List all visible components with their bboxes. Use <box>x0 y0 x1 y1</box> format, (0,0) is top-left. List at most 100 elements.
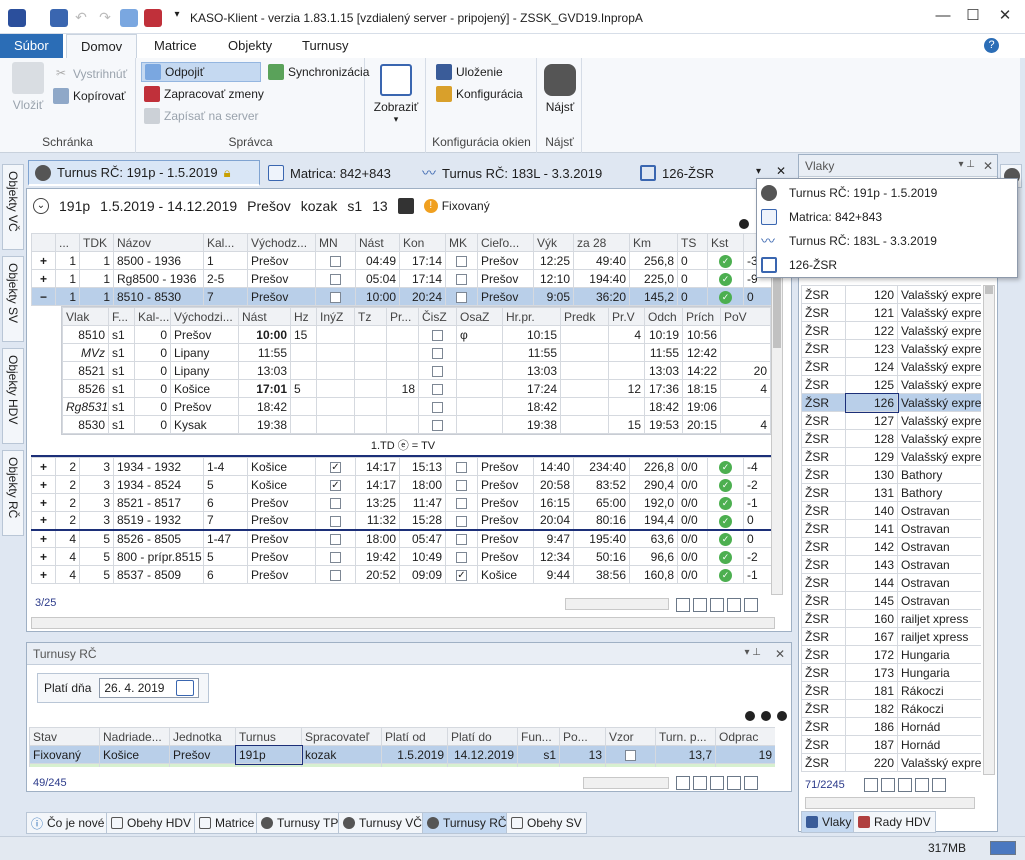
table-row[interactable]: ŽSR 167 railjet xpress <box>801 627 981 646</box>
copy-button[interactable]: Kopírovať <box>50 86 129 106</box>
expand-toggle[interactable]: − <box>31 287 56 306</box>
table-row[interactable]: ŽSR 124 Valašský expres <box>801 357 981 376</box>
options-dot-icon[interactable] <box>739 219 749 229</box>
expand-toggle[interactable]: + <box>31 547 56 566</box>
view-button[interactable]: Zobraziť ▾ <box>372 64 420 125</box>
dropdown-item-turnus-191p[interactable]: Turnus RČ: 191p - 1.5.2019 <box>761 182 937 204</box>
sync-button[interactable]: Synchronizácia <box>265 62 372 82</box>
checkbox[interactable] <box>625 749 636 761</box>
undo-icon[interactable]: ↶ <box>72 9 90 27</box>
checkbox[interactable] <box>330 291 341 303</box>
table-row[interactable]: ŽSR 186 Hornád <box>801 717 981 736</box>
table-row[interactable]: ŽSR 172 Hungaria <box>801 645 981 664</box>
disconnect-icon[interactable] <box>120 9 138 27</box>
tab-subor[interactable]: Súbor <box>0 34 63 58</box>
expand-toggle[interactable]: + <box>31 511 56 531</box>
table-row[interactable]: 8510 s1 0 Prešov 10:00 15 φ 10:15 4 10:19 10:56 <box>62 325 771 344</box>
col-header[interactable]: F... <box>108 307 135 326</box>
checkbox[interactable] <box>432 365 443 377</box>
table-row[interactable]: ŽSR 181 Rákoczi <box>801 681 981 700</box>
col-header[interactable]: ČisZ <box>418 307 457 326</box>
col-header[interactable]: MN <box>315 233 356 252</box>
checkbox[interactable] <box>330 479 341 491</box>
tab-126-zsr[interactable]: 126-ŽSR <box>634 160 720 186</box>
print-icon[interactable] <box>727 597 741 612</box>
calendar-icon[interactable] <box>397 198 414 214</box>
table-row[interactable]: ŽSR 160 railjet xpress <box>801 609 981 628</box>
redo-icon[interactable]: ↷ <box>96 9 114 27</box>
checkbox[interactable] <box>456 291 467 303</box>
col-header[interactable]: ... <box>55 233 80 252</box>
expand-toggle[interactable]: + <box>31 269 56 288</box>
table-row[interactable]: ŽSR 173 Hungaria <box>801 663 981 682</box>
table-row[interactable]: +231934 - 85245Košice 14:1718:00 Prešov20:… <box>31 475 775 494</box>
col-header[interactable]: Po... <box>559 727 606 746</box>
checkbox[interactable] <box>456 479 467 491</box>
col-header[interactable]: Km <box>629 233 678 252</box>
checkbox[interactable] <box>456 255 467 267</box>
horizontal-scrollbar[interactable] <box>583 777 669 789</box>
grid-view-icon[interactable] <box>864 777 878 792</box>
col-header[interactable]: MK <box>445 233 478 252</box>
col-header[interactable]: Nadriade... <box>99 727 170 746</box>
expand-toggle[interactable]: + <box>31 529 56 548</box>
col-header[interactable]: Pr.V <box>608 307 645 326</box>
table-row[interactable]: +2 3 8521 - 8517 6 Prešov 13:25 11:47 Prešov 16:… <box>31 493 775 512</box>
table-row[interactable]: ŽSR 129 Valašský expres <box>801 447 981 466</box>
expand-toggle[interactable]: + <box>31 251 56 270</box>
col-header[interactable]: Tz <box>354 307 387 326</box>
col-header[interactable]: Spracovateľ <box>301 727 382 746</box>
tab-matrica-842[interactable]: Matrica: 842+843 <box>262 160 397 186</box>
dropdown-item-matrica-842[interactable]: Matrica: 842+843 <box>761 206 882 228</box>
options-dot-icon[interactable] <box>777 711 787 721</box>
col-header[interactable]: Jednotka <box>169 727 236 746</box>
col-header[interactable]: Vzor <box>605 727 656 746</box>
col-header[interactable]: Turnus <box>235 727 302 746</box>
table-row[interactable]: ŽSR 121 Valašský expres <box>801 303 981 322</box>
table-row[interactable]: ŽSR 125 Valašský expres <box>801 375 981 394</box>
checkbox[interactable] <box>432 383 443 395</box>
close-icon[interactable]: ✕ <box>983 159 993 173</box>
checkbox[interactable] <box>330 497 341 509</box>
checkbox[interactable] <box>330 461 341 473</box>
sidebar-tab-objekty-hdv[interactable]: Objekty HDV <box>2 348 24 444</box>
table-row[interactable]: ŽSR 140 Ostravan <box>801 501 981 520</box>
grid-view-icon[interactable] <box>676 597 690 612</box>
checkbox[interactable] <box>456 515 467 527</box>
checkbox[interactable] <box>456 551 467 563</box>
horizontal-scrollbar[interactable] <box>805 797 975 809</box>
table-row[interactable]: +1 1 8500 - 1936 1 Prešov 04:49 17:14 Prešov 12:… <box>31 251 775 270</box>
table-row[interactable]: 8530 s1 0 Kysak 19:38 19:38 15 19:53 20:15 4 <box>62 415 771 434</box>
table-row[interactable]: ŽSR 145 Ostravan <box>801 591 981 610</box>
col-header[interactable]: Predk <box>560 307 609 326</box>
checkbox[interactable] <box>456 569 467 581</box>
col-header[interactable]: InýZ <box>316 307 355 326</box>
tab-turnus-183l[interactable]: 〰 Turnus RČ: 183L - 3.3.2019 <box>416 160 608 186</box>
checkbox[interactable] <box>456 273 467 285</box>
table-row[interactable]: +1 1 Rg8500 - 1936 2-5 Prešov 05:04 17:14 Prešo… <box>31 269 775 288</box>
checkbox[interactable] <box>330 569 341 581</box>
options-dot-icon[interactable] <box>745 711 755 721</box>
checkbox[interactable] <box>432 401 443 413</box>
pin-icon[interactable]: ▾ ⊥ <box>958 159 975 170</box>
col-header[interactable]: Hr.pr. <box>502 307 561 326</box>
close-icon[interactable]: ✕ <box>775 647 785 661</box>
dropdown-item-turnus-183l[interactable]: 〰 Turnus RČ: 183L - 3.3.2019 <box>761 230 937 252</box>
module-tab-turnusy-vc[interactable]: Turnusy VČ <box>338 812 427 834</box>
document-horizontal-scrollbar[interactable] <box>31 617 775 629</box>
apply-changes-icon[interactable] <box>144 9 162 27</box>
table-row[interactable]: ŽSR 128 Valašský expres <box>801 429 981 448</box>
table-row[interactable]: ŽSR 143 Ostravan <box>801 555 981 574</box>
expand-toggle[interactable]: + <box>31 493 56 512</box>
table-row[interactable]: ŽSR 126 Valašský expres <box>801 392 981 413</box>
col-header[interactable]: Fun... <box>517 727 560 746</box>
pin-icon[interactable]: ▾ ⊥ <box>744 647 761 658</box>
collapse-icon[interactable]: ⌄ <box>33 198 49 214</box>
table-row[interactable]: ŽSR 127 Valašský expres <box>801 411 981 430</box>
save-icon[interactable] <box>50 9 68 27</box>
table-row[interactable]: −1 1 8510 - 8530 7 Prešov 10:00 20:24 Prešov 9:0… <box>31 287 775 306</box>
valid-date-input[interactable]: 26. 4. 2019 <box>99 678 200 698</box>
table-row[interactable]: +458537 - 85096Prešov 20:5209:09 Košice9:4… <box>31 565 775 584</box>
table-row[interactable]: Rg8531 s1 0 Prešov 18:42 18:42 18:42 19:06 <box>62 397 771 416</box>
col-header[interactable]: Kst <box>707 233 744 252</box>
